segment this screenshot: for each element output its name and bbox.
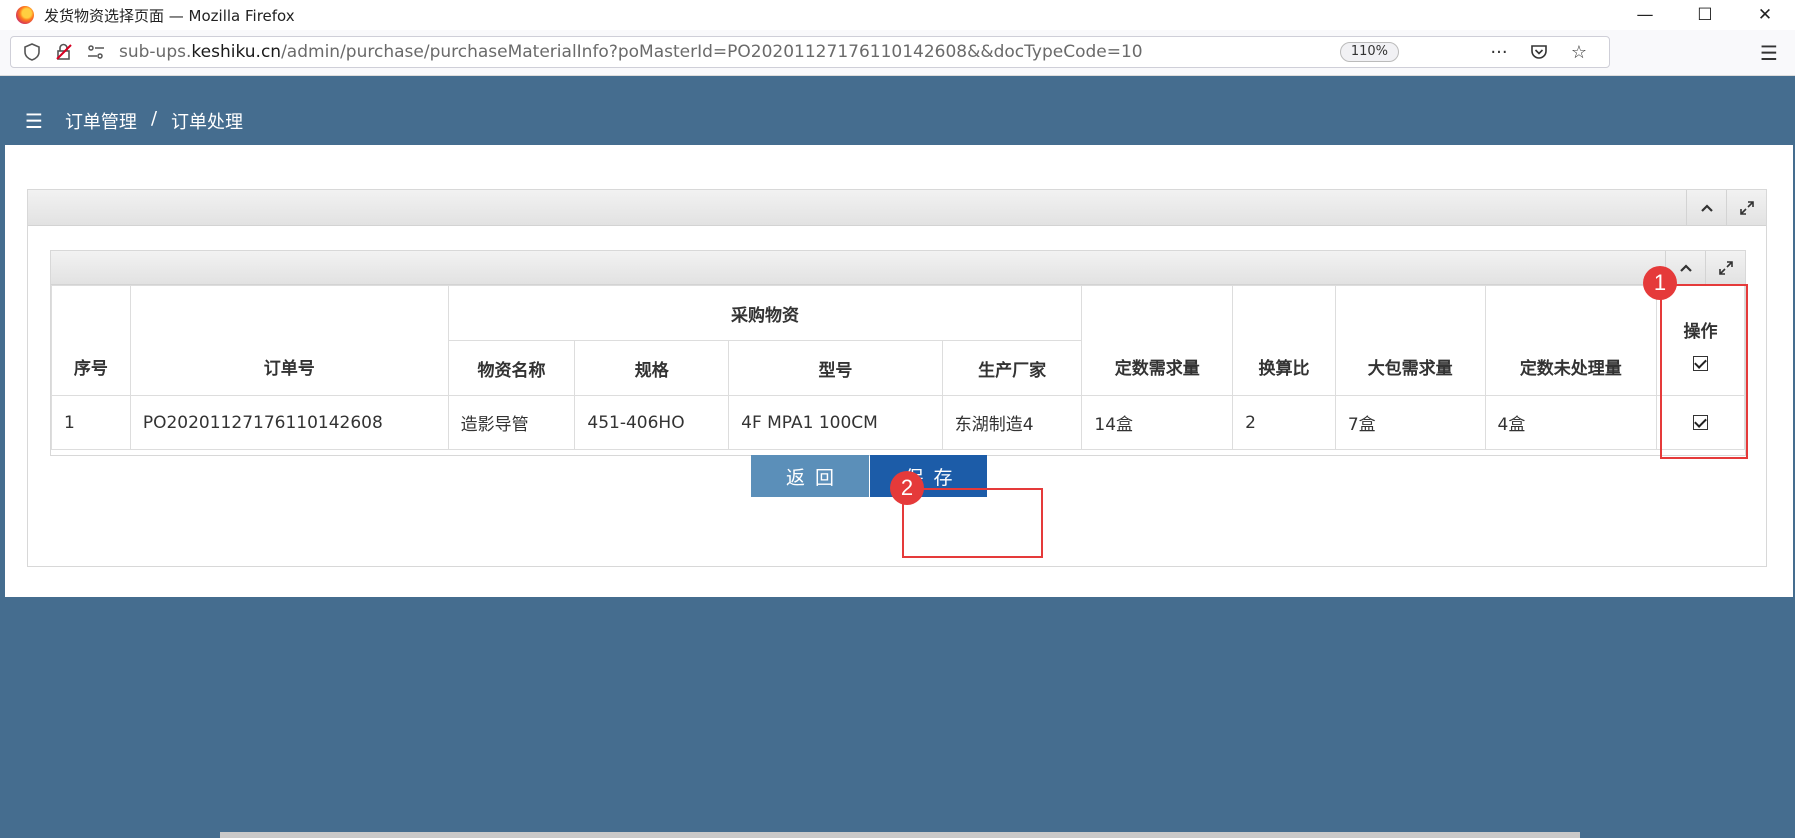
expand-icon[interactable]	[1726, 190, 1766, 225]
close-button[interactable]: ✕	[1735, 0, 1795, 30]
header-fixed-unprocessed: 定数未处理量	[1484, 285, 1658, 396]
shield-icon[interactable]	[21, 41, 43, 63]
url-text[interactable]: sub-ups.keshiku.cn/admin/purchase/purcha…	[119, 42, 1143, 62]
annotation-box-2	[902, 488, 1043, 558]
cell-spec: 451-406HO	[574, 395, 730, 450]
insecure-lock-icon[interactable]	[53, 41, 75, 63]
window-titlebar: 发货物资选择页面 — Mozilla Firefox — ☐ ✕	[0, 0, 1795, 30]
window-title: 发货物资选择页面 — Mozilla Firefox	[44, 6, 295, 25]
header-purchase-materials: 采购物资	[447, 285, 1083, 341]
header-manufacturer: 生产厂家	[941, 340, 1083, 396]
window-bottom-scrollbar	[220, 832, 1580, 838]
maximize-button[interactable]: ☐	[1675, 0, 1735, 30]
breadcrumb-separator: /	[150, 108, 158, 129]
header-fixed-demand: 定数需求量	[1081, 285, 1234, 396]
header-seq: 序号	[51, 285, 131, 396]
cell-ratio: 2	[1232, 395, 1336, 450]
hamburger-menu-icon[interactable]: ☰	[25, 109, 43, 133]
cell-model: 4F MPA1 100CM	[728, 395, 943, 450]
more-actions-icon[interactable]: ···	[1479, 39, 1519, 65]
annotation-badge-2: 2	[890, 471, 924, 505]
table-row: 1 PO20201127176110142608 造影导管 451-406HO …	[51, 395, 1745, 450]
header-bulk-demand: 大包需求量	[1334, 285, 1486, 396]
cell-bulk-demand: 7盒	[1334, 395, 1486, 450]
header-spec: 规格	[574, 340, 730, 396]
header-ratio: 换算比	[1232, 285, 1336, 396]
cell-material-name: 造影导管	[447, 395, 576, 450]
breadcrumb-order-management[interactable]: 订单管理	[65, 108, 137, 134]
header-material-name: 物资名称	[447, 340, 576, 396]
expand-icon[interactable]	[1705, 251, 1745, 284]
inner-panel-header	[51, 251, 1745, 285]
annotation-badge-1: 1	[1643, 266, 1677, 300]
cell-seq: 1	[51, 395, 131, 450]
minimize-button[interactable]: —	[1615, 0, 1675, 30]
zoom-level-badge[interactable]: 110%	[1339, 42, 1399, 62]
breadcrumb-order-processing: 订单处理	[171, 112, 244, 133]
material-table: 序号 订单号 采购物资 定数需求量 换算比 大包需求量 定数未处理量 操作 物资…	[51, 285, 1745, 450]
permissions-icon[interactable]	[85, 41, 107, 63]
content-area: 序号 订单号 采购物资 定数需求量 换算比 大包需求量 定数未处理量 操作 物资…	[5, 145, 1793, 597]
app-header: ☰ 订单管理 / 订单处理	[0, 97, 1795, 145]
url-actions: ··· ☆	[1479, 39, 1599, 65]
firefox-logo-icon	[16, 6, 34, 24]
outer-panel: 序号 订单号 采购物资 定数需求量 换算比 大包需求量 定数未处理量 操作 物资…	[27, 189, 1767, 567]
cell-fixed-demand: 14盒	[1081, 395, 1234, 450]
cell-manufacturer: 东湖制造4	[941, 395, 1083, 450]
header-model: 型号	[728, 340, 943, 396]
cell-order-no: PO20201127176110142608	[129, 395, 449, 450]
breadcrumb: 订单管理 / 订单处理	[65, 108, 243, 134]
back-button[interactable]: 返回	[751, 455, 869, 497]
collapse-chevron-up-icon[interactable]	[1686, 190, 1726, 225]
inner-panel-tools	[1665, 251, 1745, 284]
inner-panel: 序号 订单号 采购物资 定数需求量 换算比 大包需求量 定数未处理量 操作 物资…	[50, 250, 1746, 456]
outer-panel-tools	[1686, 190, 1766, 225]
browser-navbar: sub-ups.keshiku.cn/admin/purchase/purcha…	[0, 30, 1795, 76]
bookmark-star-icon[interactable]: ☆	[1559, 39, 1599, 65]
window-controls: — ☐ ✕	[1615, 0, 1795, 30]
app-menu-icon[interactable]: ☰	[1755, 40, 1783, 66]
pocket-icon[interactable]	[1519, 39, 1559, 65]
url-bar[interactable]: sub-ups.keshiku.cn/admin/purchase/purcha…	[10, 36, 1610, 68]
outer-panel-header	[28, 190, 1766, 226]
annotation-box-1	[1660, 284, 1748, 459]
cell-fixed-unprocessed: 4盒	[1484, 395, 1658, 450]
header-order-no: 订单号	[129, 285, 449, 396]
